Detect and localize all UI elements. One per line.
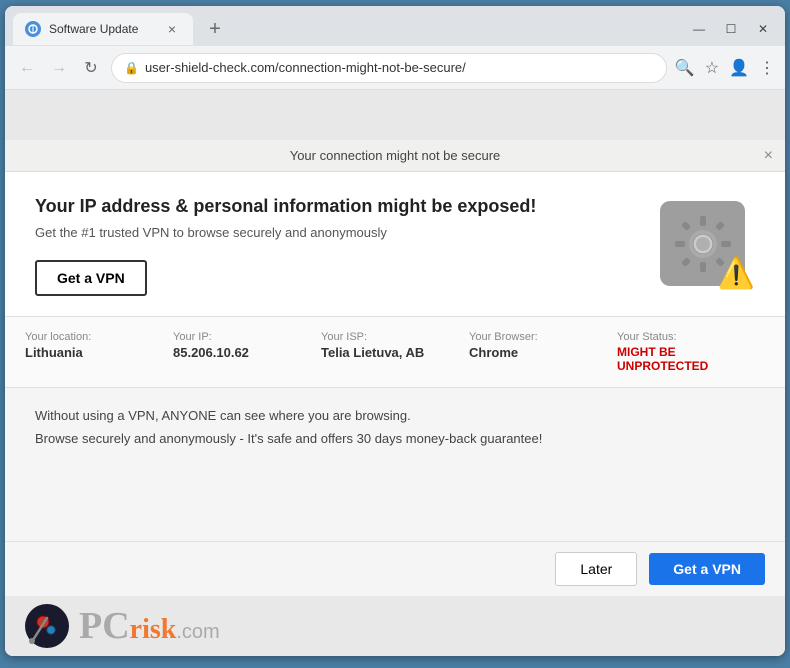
close-button[interactable]: ✕: [753, 22, 773, 36]
info-bar: Your connection might not be secure ×: [5, 140, 785, 172]
main-content: Your IP address & personal information m…: [5, 172, 785, 656]
info-strip: Your location: Lithuania Your IP: 85.206…: [5, 317, 785, 388]
lock-icon: 🔒: [124, 61, 139, 75]
info-label-location: Your location:: [25, 331, 173, 343]
browser-window: Software Update × + — ☐ ✕ ← → ↻ 🔒 user-s…: [5, 6, 785, 656]
title-bar: Software Update × + — ☐ ✕: [5, 6, 785, 46]
info-label-browser: Your Browser:: [469, 331, 617, 343]
menu-icon[interactable]: ⋮: [759, 58, 775, 78]
warning-line2: Browse securely and anonymously - It's s…: [35, 427, 755, 450]
info-value-browser: Chrome: [469, 345, 617, 360]
tab-title: Software Update: [49, 22, 138, 36]
main-headline: Your IP address & personal information m…: [35, 196, 655, 217]
info-item-status: Your Status: MIGHT BE UNPROTECTED: [617, 331, 765, 373]
tab-close-button[interactable]: ×: [163, 20, 181, 38]
risk-text: risk: [130, 614, 177, 646]
footer-logo: PC risk .com: [5, 596, 785, 656]
warning-line1: Without using a VPN, ANYONE can see wher…: [35, 404, 755, 427]
pc-risk-icon: [29, 608, 65, 644]
bookmark-icon[interactable]: ☆: [705, 58, 719, 78]
info-label-isp: Your ISP:: [321, 331, 469, 343]
tab-favicon: [25, 21, 41, 37]
info-item-isp: Your ISP: Telia Lietuva, AB: [321, 331, 469, 373]
back-button[interactable]: ←: [15, 59, 39, 77]
info-value-ip: 85.206.10.62: [173, 345, 321, 360]
address-icons: 🔍 ☆ 👤 ⋮: [675, 58, 775, 78]
sub-headline: Get the #1 trusted VPN to browse securel…: [35, 225, 655, 240]
info-item-ip: Your IP: 85.206.10.62: [173, 331, 321, 373]
get-vpn-button-bottom[interactable]: Get a VPN: [649, 553, 765, 585]
info-label-ip: Your IP:: [173, 331, 321, 343]
content-top: Your IP address & personal information m…: [5, 172, 785, 317]
profile-icon[interactable]: 👤: [729, 58, 749, 78]
settings-icon-wrapper: ⚠️: [655, 201, 755, 291]
dot-com-text: .com: [176, 621, 219, 644]
browser-tab[interactable]: Software Update ×: [13, 13, 193, 45]
url-bar[interactable]: 🔒 user-shield-check.com/connection-might…: [111, 53, 667, 83]
info-bar-close[interactable]: ×: [764, 147, 773, 165]
address-bar: ← → ↻ 🔒 user-shield-check.com/connection…: [5, 46, 785, 90]
info-value-isp: Telia Lietuva, AB: [321, 345, 469, 360]
gray-banner: [5, 90, 785, 140]
warning-badge: ⚠️: [718, 256, 755, 291]
warning-section: Without using a VPN, ANYONE can see wher…: [5, 388, 785, 541]
search-icon[interactable]: 🔍: [675, 58, 695, 78]
url-text: user-shield-check.com/connection-might-n…: [145, 60, 654, 75]
minimize-button[interactable]: —: [689, 22, 709, 36]
forward-button[interactable]: →: [47, 59, 71, 77]
info-item-browser: Your Browser: Chrome: [469, 331, 617, 373]
content-text: Your IP address & personal information m…: [35, 196, 655, 296]
window-controls: — ☐ ✕: [689, 22, 777, 36]
get-vpn-button-top[interactable]: Get a VPN: [35, 260, 147, 296]
bottom-cta: Later Get a VPN: [5, 541, 785, 596]
info-bar-message: Your connection might not be secure: [290, 148, 501, 163]
info-value-status: MIGHT BE UNPROTECTED: [617, 345, 765, 373]
refresh-button[interactable]: ↻: [79, 58, 103, 78]
info-item-location: Your location: Lithuania: [25, 331, 173, 373]
new-tab-button[interactable]: +: [201, 15, 229, 43]
info-label-status: Your Status:: [617, 331, 765, 343]
pc-logo-icon: [25, 604, 69, 648]
info-value-location: Lithuania: [25, 345, 173, 360]
later-button[interactable]: Later: [555, 552, 637, 586]
maximize-button[interactable]: ☐: [721, 22, 741, 36]
pc-logo-text: PC: [79, 607, 130, 645]
